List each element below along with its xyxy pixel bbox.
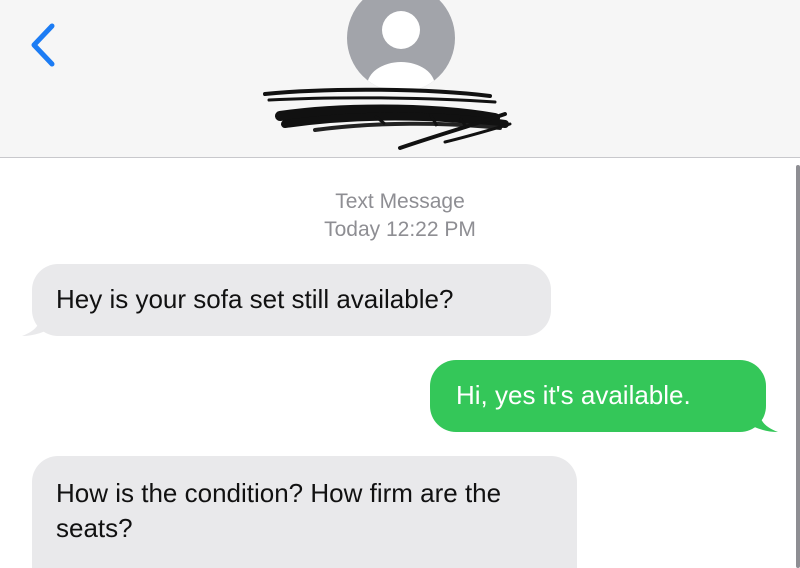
chevron-left-icon [31,23,55,67]
redacted-contact-name [255,78,535,158]
message-bubble-incoming[interactable]: How is the condition? How firm are the s… [32,456,577,568]
thread-meta: Text Message Today 12:22 PM [0,188,800,244]
message-bubble-incoming[interactable]: Hey is your sofa set still available? [32,264,551,336]
message-timestamp: Today 12:22 PM [324,218,476,241]
conversation-header [0,0,800,158]
message-text: Hi, yes it's available. [456,380,691,410]
message-text: Hey is your sofa set still available? [56,284,454,314]
back-button[interactable] [22,20,62,70]
message-bubble-outgoing[interactable]: Hi, yes it's available. [430,360,766,432]
scribble-redaction [263,87,512,150]
messages-screen: Text Message Today 12:22 PM Hey is your … [0,0,800,568]
message-text: How is the condition? How firm are the s… [56,478,502,543]
service-label: Text Message [335,190,465,213]
